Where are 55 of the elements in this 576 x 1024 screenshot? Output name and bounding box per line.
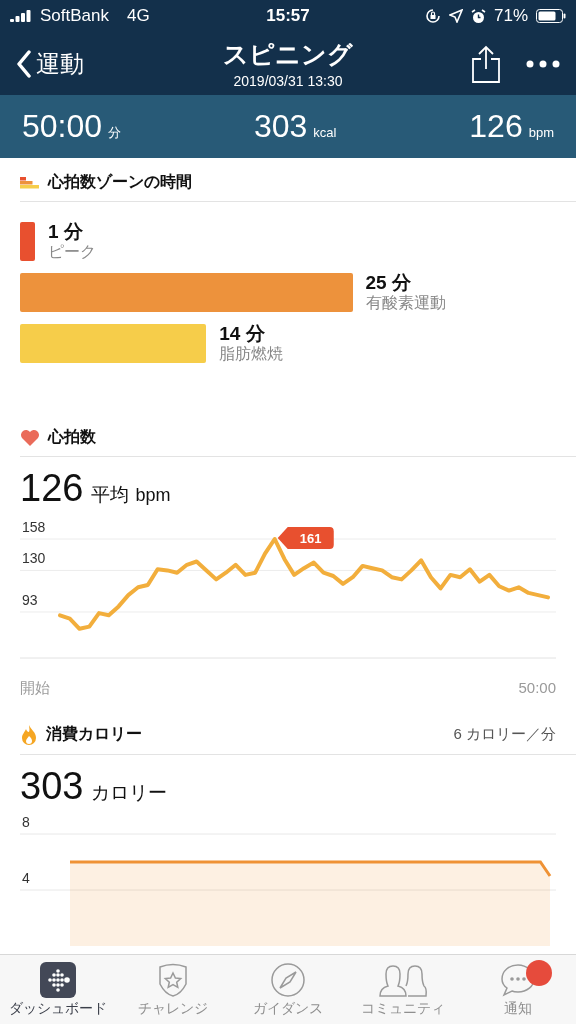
stat-unit: kcal	[313, 125, 337, 140]
stat-unit: bpm	[528, 125, 554, 140]
workout-date: 2019/03/31 13:30	[233, 73, 343, 89]
location-arrow-icon	[449, 9, 463, 23]
section-title: 消費カロリー	[46, 724, 143, 745]
axis-tick-label: 93	[22, 591, 38, 608]
tab-bar-item[interactable]: コミュニティ	[351, 961, 456, 1018]
axis-tick-label: 4	[22, 870, 30, 886]
axis-tick-label: 130	[22, 550, 46, 566]
carrier-name: SoftBank	[40, 6, 109, 26]
axis-tick-label: 50:00	[518, 678, 556, 698]
stat-unit: 分	[108, 125, 122, 140]
zone-minutes: 25 分	[365, 273, 412, 294]
compass-icon	[269, 961, 306, 998]
average-label: 平均	[91, 483, 130, 507]
battery-percent: 71%	[494, 6, 528, 26]
zone-bars-icon	[20, 176, 40, 189]
tab-bar-item[interactable]: ダッシュボード	[5, 961, 110, 1018]
annotation: 161	[299, 530, 322, 546]
zone-name: ピーク	[48, 243, 96, 261]
calories-total: 303	[20, 764, 84, 808]
stat-value: 50:00	[22, 108, 103, 144]
network-type: 4G	[127, 6, 150, 26]
back-button[interactable]: 運動	[16, 47, 146, 80]
peak-callout: 161	[277, 526, 334, 549]
clock-time: 15:57	[266, 6, 310, 26]
alarm-clock-icon	[471, 8, 486, 24]
axis-tick-label: 8	[22, 814, 30, 830]
tab-bar-item[interactable]: 通知	[466, 961, 571, 1018]
average-heart-rate: 126	[20, 467, 84, 510]
axis-tick-label: 開始	[20, 678, 50, 698]
calorie-rate: 6 カロリー／分	[453, 725, 556, 745]
tab-bar-item[interactable]: ガイダンス	[235, 961, 340, 1018]
share-icon[interactable]	[472, 44, 500, 83]
zone-name: 脂肪燃焼	[219, 345, 284, 363]
axis-tick-label: 158	[22, 518, 46, 535]
rotation-lock-icon	[425, 8, 441, 24]
signal-icon	[10, 10, 32, 22]
zone-minutes: 1 分	[48, 222, 84, 244]
battery-icon	[536, 9, 566, 23]
chevron-left-icon	[16, 49, 32, 78]
screen-title: スピニング	[223, 39, 353, 70]
stat-value: 303	[253, 108, 308, 144]
unit-label: カロリー	[91, 780, 168, 805]
zone-minutes: 14 分	[219, 324, 266, 346]
flame-icon	[20, 723, 38, 746]
tab-bar-item[interactable]: チャレンジ	[120, 961, 225, 1018]
heart-icon	[20, 428, 40, 447]
stat-value: 126	[469, 108, 523, 144]
unit-label: bpm	[135, 485, 171, 506]
section-title: 心拍数	[48, 427, 97, 447]
zone-name: 有酸素運動	[365, 294, 446, 312]
section-title: 心拍数ゾーンの時間	[48, 172, 193, 192]
more-icon[interactable]	[526, 59, 560, 68]
dashboard-icon	[39, 961, 76, 998]
